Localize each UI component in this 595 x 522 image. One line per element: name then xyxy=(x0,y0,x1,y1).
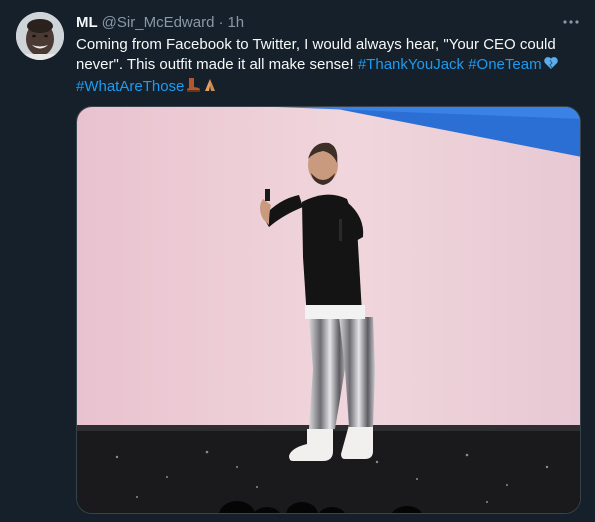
more-options-icon[interactable] xyxy=(557,10,585,34)
avatar[interactable] xyxy=(16,12,64,60)
hashtag-thankyoujack[interactable]: #ThankYouJack xyxy=(358,56,464,73)
hashtag-oneteam[interactable]: #OneTeam xyxy=(468,56,541,73)
folded-hands-icon xyxy=(202,77,218,99)
tweet-header: ML @Sir_McEdward · 1h xyxy=(76,12,244,32)
tweet-image[interactable] xyxy=(76,106,581,514)
author-name[interactable]: ML xyxy=(76,14,98,31)
separator-dot: · xyxy=(218,13,224,31)
boot-icon xyxy=(185,77,201,99)
author-handle[interactable]: @Sir_McEdward xyxy=(102,14,215,31)
tweet-timestamp[interactable]: 1h xyxy=(227,14,244,31)
tweet[interactable]: ML @Sir_McEdward · 1h Coming from Facebo… xyxy=(0,0,595,522)
tweet-text: Coming from Facebook to Twitter, I would… xyxy=(76,35,581,99)
blue-heart-icon xyxy=(543,55,559,77)
hashtag-whatarethose[interactable]: #WhatAreThose xyxy=(76,78,184,95)
